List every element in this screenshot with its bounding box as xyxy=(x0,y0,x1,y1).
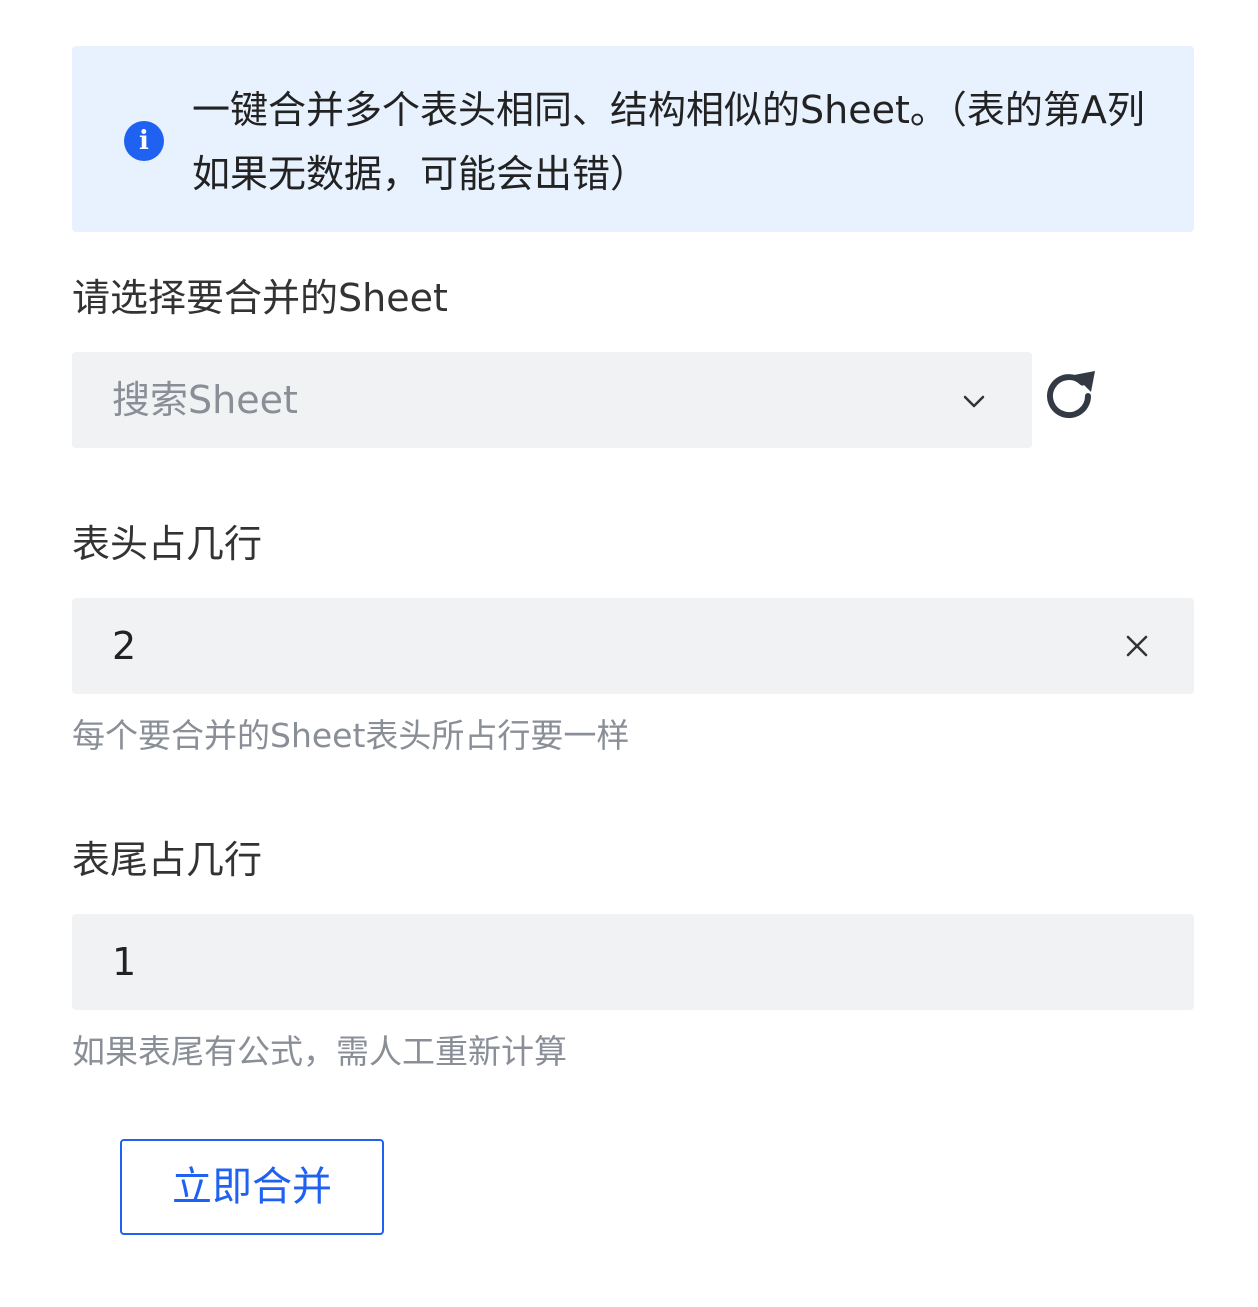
merge-now-button[interactable]: 立即合并 xyxy=(120,1139,384,1235)
footer-rows-input[interactable]: 1 xyxy=(72,914,1194,1010)
info-icon: i xyxy=(124,121,164,161)
close-icon[interactable] xyxy=(1123,632,1151,660)
refresh-icon[interactable] xyxy=(1040,366,1100,426)
chevron-down-icon xyxy=(963,395,985,408)
footer-rows-label: 表尾占几行 xyxy=(72,838,263,882)
sheet-select[interactable]: 搜索Sheet xyxy=(72,352,1032,448)
merge-sheets-panel: i 一键合并多个表头相同、结构相似的Sheet。（表的第A列如果无数据，可能会出… xyxy=(0,0,1258,1307)
footer-rows-value: 1 xyxy=(112,940,137,984)
sheet-select-label: 请选择要合并的Sheet xyxy=(72,276,448,320)
header-rows-help: 每个要合并的Sheet表头所占行要一样 xyxy=(72,716,630,755)
footer-rows-help: 如果表尾有公式，需人工重新计算 xyxy=(72,1032,567,1071)
header-rows-value: 2 xyxy=(112,624,137,668)
notice-text: 一键合并多个表头相同、结构相似的Sheet。（表的第A列如果无数据，可能会出错） xyxy=(192,88,1145,196)
sheet-search-placeholder: 搜索Sheet xyxy=(112,378,298,422)
header-rows-label: 表头占几行 xyxy=(72,522,263,566)
header-rows-input[interactable]: 2 xyxy=(72,598,1194,694)
